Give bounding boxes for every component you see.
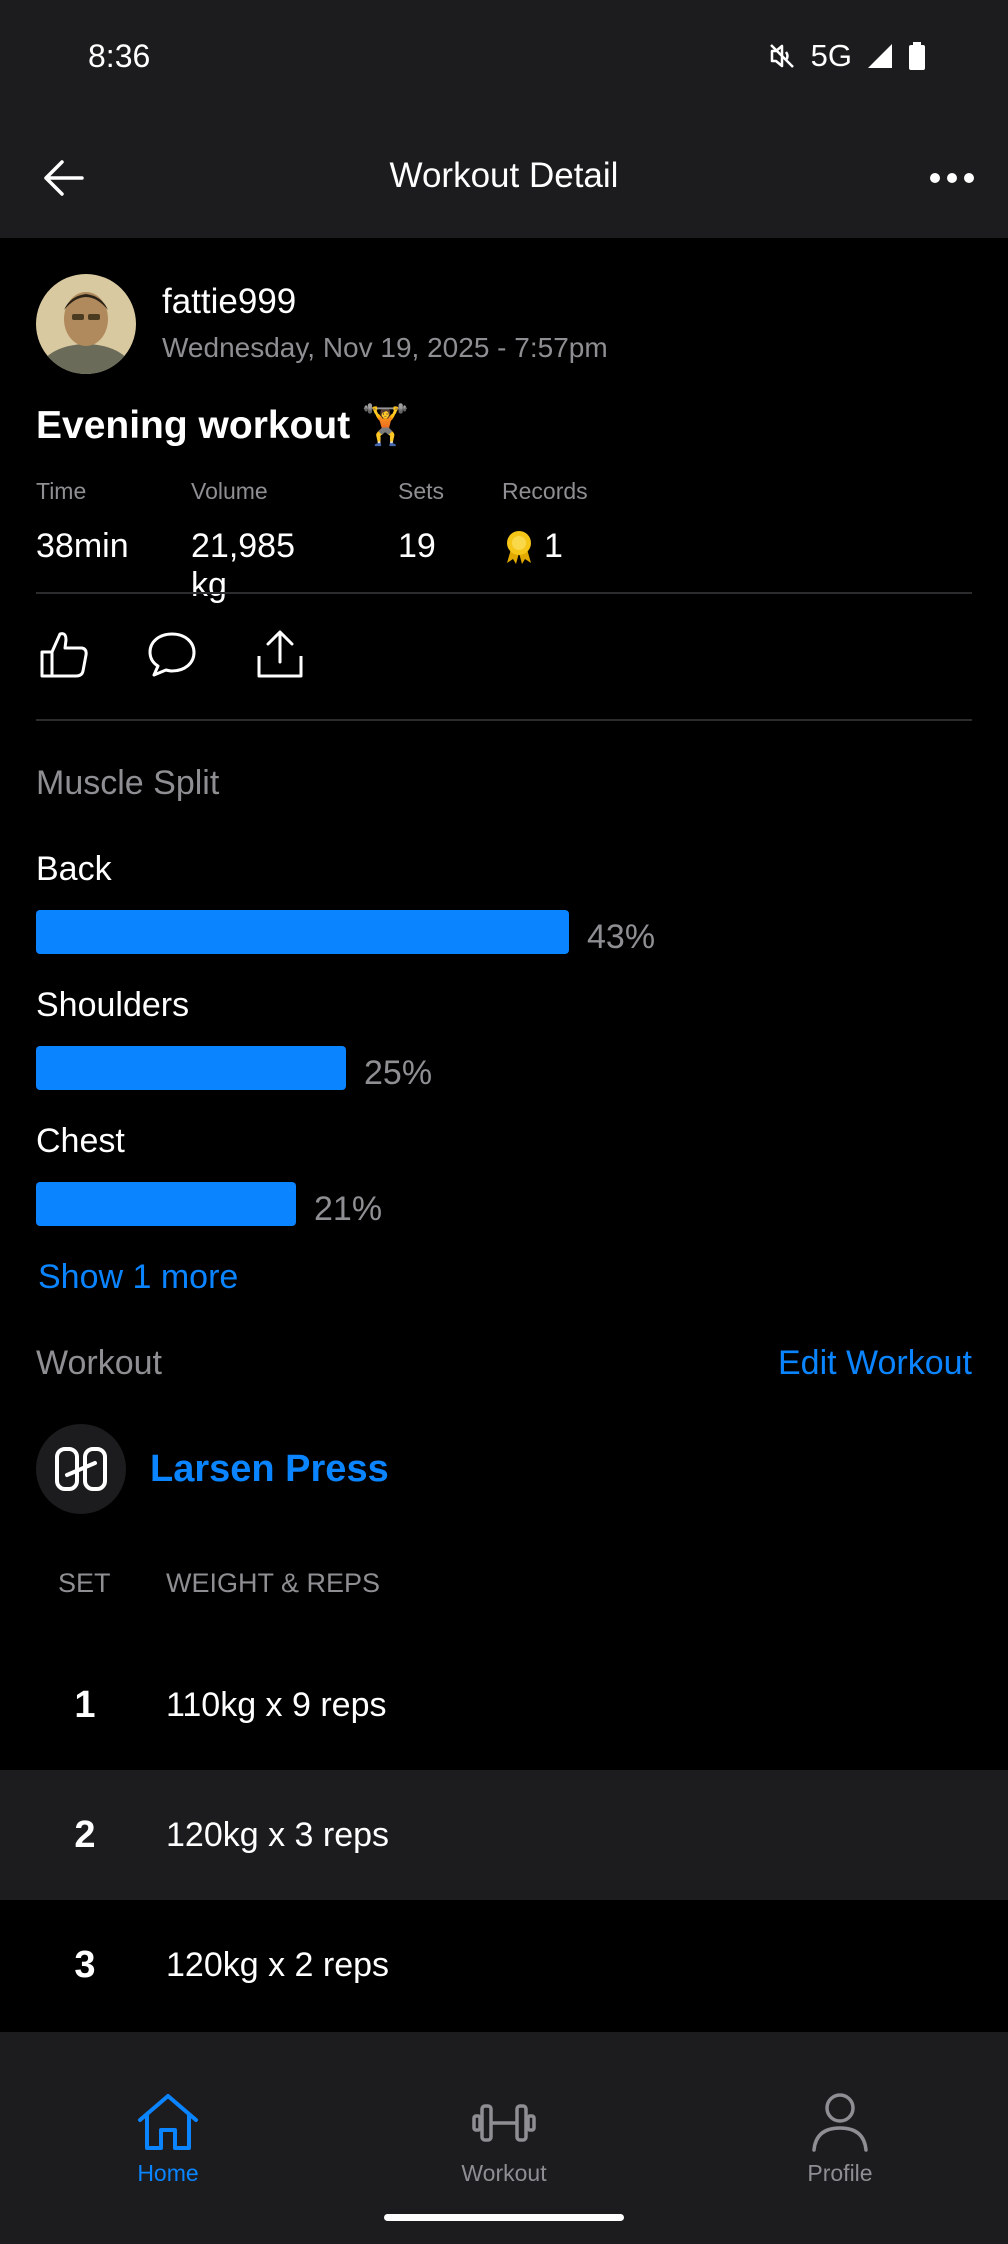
set-number: 2	[74, 1814, 96, 1856]
dumbbell-icon	[472, 2104, 536, 2142]
divider	[36, 592, 972, 594]
divider	[36, 719, 972, 721]
muscle-percent-shoulders: 25%	[364, 1054, 433, 1092]
workout-title: Evening workout 🏋️	[36, 404, 410, 447]
set-row: 1 110kg x 9 reps	[0, 1640, 1008, 1770]
set-row: 2 120kg x 3 reps	[0, 1770, 1008, 1900]
records-count: 1	[544, 527, 563, 565]
workout-date: Wednesday, Nov 19, 2025 - 7:57pm	[162, 332, 608, 363]
status-bar: 8:36 5G	[0, 0, 1008, 120]
workout-section-title: Workout	[36, 1344, 162, 1382]
more-horizontal-icon	[930, 173, 974, 183]
bottom-navigation: Home Workout Profile	[0, 2032, 1008, 2244]
app-bar: Workout Detail	[0, 120, 1008, 238]
comment-button[interactable]	[144, 626, 200, 682]
stat-label: Sets	[398, 478, 445, 504]
more-options-button[interactable]	[922, 150, 982, 206]
network-label: 5G	[810, 38, 852, 73]
person-icon	[812, 2093, 868, 2152]
set-number: 3	[74, 1944, 96, 1986]
muscle-label-chest: Chest	[36, 1122, 125, 1160]
set-column-header: SET	[58, 1568, 111, 1598]
set-number: 1	[74, 1684, 96, 1726]
exercise-name-link[interactable]: Larsen Press	[150, 1448, 389, 1491]
nav-label: Workout	[461, 2160, 547, 2186]
nav-home[interactable]: Home	[68, 2092, 268, 2187]
stat-label: Volume	[191, 478, 268, 504]
stat-volume: Volume 21,985 kg	[191, 478, 295, 605]
stat-value: 19	[398, 527, 436, 565]
comment-icon	[148, 632, 196, 677]
status-icons: 5G	[767, 38, 926, 74]
muscle-label-shoulders: Shoulders	[36, 986, 190, 1024]
muscle-percent-chest: 21%	[314, 1190, 383, 1228]
set-weight-reps: 120kg x 3 reps	[166, 1816, 390, 1854]
edit-workout-link[interactable]: Edit Workout	[778, 1344, 972, 1383]
like-button[interactable]	[36, 626, 92, 682]
nav-label: Profile	[807, 2160, 873, 2186]
stat-records: Records 1	[502, 478, 588, 566]
set-weight-reps: 110kg x 9 reps	[166, 1686, 387, 1724]
battery-icon	[908, 41, 926, 71]
nav-profile[interactable]: Profile	[740, 2092, 940, 2187]
share-icon	[257, 630, 303, 678]
thumbs-up-icon	[40, 632, 88, 678]
medal-icon	[507, 530, 531, 564]
exercise-thumbnail[interactable]	[36, 1424, 126, 1514]
mute-vibrate-icon	[767, 41, 797, 71]
home-indicator	[384, 2214, 624, 2221]
signal-icon	[866, 42, 894, 70]
exercise-logo-icon	[55, 1447, 107, 1491]
show-more-link[interactable]: Show 1 more	[38, 1258, 238, 1297]
muscle-percent-back: 43%	[587, 918, 656, 956]
set-weight-reps: 120kg x 2 reps	[166, 1946, 390, 1984]
weight-reps-column-header: WEIGHT & REPS	[166, 1568, 381, 1598]
set-row: 3 120kg x 2 reps	[0, 1900, 1008, 2030]
status-time: 8:36	[88, 38, 151, 74]
nav-workout[interactable]: Workout	[404, 2092, 604, 2187]
stat-time: Time 38min	[36, 478, 129, 566]
nav-label: Home	[137, 2160, 199, 2186]
share-button[interactable]	[252, 626, 308, 682]
stat-sets: Sets 19	[398, 478, 444, 566]
avatar[interactable]	[36, 274, 136, 374]
muscle-split-title: Muscle Split	[36, 764, 220, 802]
social-actions	[36, 626, 308, 682]
stat-label: Records	[502, 478, 588, 504]
stat-label: Time	[36, 478, 87, 504]
muscle-bar-back	[36, 910, 569, 954]
muscle-bar-chest	[36, 1182, 296, 1226]
username[interactable]: fattie999	[162, 282, 296, 322]
muscle-bar-shoulders	[36, 1046, 346, 1090]
stat-value-row: 1	[502, 527, 588, 566]
muscle-label-back: Back	[36, 850, 112, 888]
home-icon	[138, 2094, 198, 2150]
page-title: Workout Detail	[389, 156, 619, 195]
stat-value: 38min	[36, 527, 129, 565]
